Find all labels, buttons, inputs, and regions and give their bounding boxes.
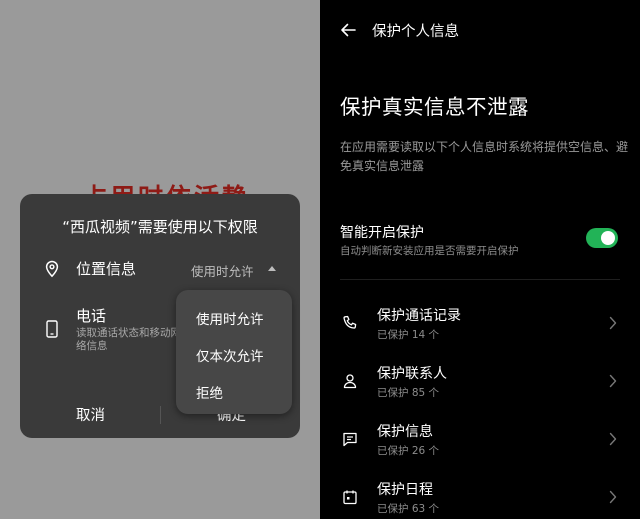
left-panel: 占用时依活静 “西瓜视频”需要使用以下权限 位置信息 使用时允许 电话 读取通话… (0, 0, 320, 519)
chevron-right-icon (609, 489, 617, 508)
toggle-knob (601, 231, 615, 245)
list-item-call-log[interactable]: 保护通话记录 已保护 14 个 (320, 303, 640, 359)
chevron-right-icon (609, 431, 617, 450)
page-header-title: 保护个人信息 (372, 24, 459, 40)
list-item-title: 保护信息 (377, 424, 433, 440)
option-deny[interactable]: 拒绝 (196, 382, 223, 402)
chevron-right-icon (609, 373, 617, 392)
caret-up-icon[interactable] (268, 266, 276, 271)
page-title: 保护真实信息不泄露 (340, 95, 529, 119)
list-item-subtitle: 已保护 26 个 (377, 445, 440, 457)
option-allow-once[interactable]: 仅本次允许 (196, 345, 264, 365)
permission-location-label: 位置信息 (76, 260, 137, 278)
section-divider (340, 279, 620, 280)
message-icon (342, 431, 358, 451)
option-allow-while-using[interactable]: 使用时允许 (196, 308, 264, 328)
list-item-title: 保护通话记录 (377, 308, 461, 324)
contact-person-icon (342, 373, 358, 393)
dialog-title: “西瓜视频”需要使用以下权限 (62, 218, 258, 236)
right-panel: 保护个人信息 保护真实信息不泄露 在应用需要读取以下个人信息时系统将提供空信息、… (320, 0, 640, 519)
button-divider (160, 406, 161, 424)
list-item-contacts[interactable]: 保护联系人 已保护 85 个 (320, 361, 640, 417)
permission-phone-description: 读取通话状态和移动网络信息 (76, 327, 181, 352)
permission-location-dropdown[interactable]: 使用时允许 (191, 261, 254, 280)
list-item-subtitle: 已保护 63 个 (377, 503, 440, 515)
permission-phone-label: 电话 (76, 307, 107, 325)
phone-icon (342, 315, 358, 335)
list-item-calendar[interactable]: 保护日程 已保护 63 个 (320, 477, 640, 519)
list-item-title: 保护联系人 (377, 366, 447, 382)
cancel-button[interactable]: 取消 (76, 404, 105, 425)
list-item-subtitle: 已保护 85 个 (377, 387, 440, 399)
phone-device-icon (46, 320, 58, 342)
smart-protect-subtitle: 自动判断新安装应用是否需要开启保护 (340, 245, 519, 257)
back-arrow-icon[interactable] (340, 22, 356, 42)
calendar-icon (342, 489, 358, 509)
list-item-title: 保护日程 (377, 482, 433, 498)
smart-protect-toggle[interactable] (586, 228, 618, 248)
permission-options-dropdown: 使用时允许 仅本次允许 拒绝 (176, 290, 292, 414)
list-item-messages[interactable]: 保护信息 已保护 26 个 (320, 419, 640, 475)
chevron-right-icon (609, 315, 617, 334)
page-description: 在应用需要读取以下个人信息时系统将提供空信息、避免真实信息泄露 (340, 140, 629, 173)
location-pin-icon (44, 260, 60, 282)
smart-protect-title: 智能开启保护 (340, 225, 424, 241)
list-item-subtitle: 已保护 14 个 (377, 329, 440, 341)
